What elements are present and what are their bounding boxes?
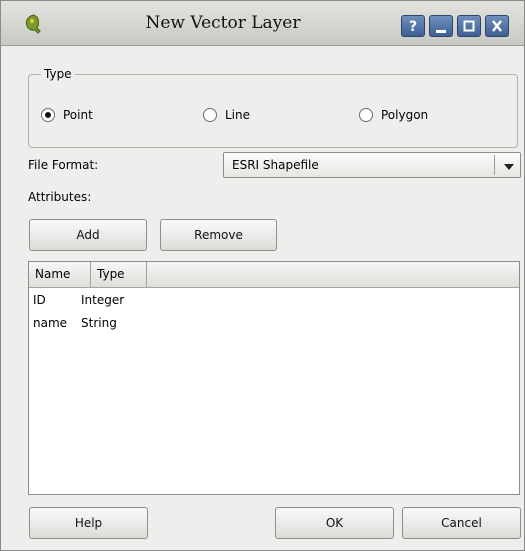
type-groupbox (28, 74, 518, 148)
chevron-down-icon[interactable] (504, 161, 514, 175)
close-button[interactable] (485, 15, 509, 37)
radio-polygon-label: Polygon (381, 108, 429, 122)
close-icon (486, 16, 508, 36)
radio-selected-dot (45, 112, 51, 118)
maximize-icon (458, 16, 480, 36)
column-header-type[interactable]: Type (91, 262, 147, 287)
window-title: New Vector Layer (145, 13, 301, 33)
radio-point[interactable]: Point (41, 106, 93, 124)
remove-attribute-button[interactable]: Remove (160, 219, 277, 251)
minimize-button[interactable] (429, 15, 453, 37)
title-bar[interactable]: New Vector Layer ? (1, 1, 524, 46)
help-title-button[interactable]: ? (401, 15, 425, 37)
table-row[interactable]: name String (29, 312, 519, 335)
table-header: Name Type (29, 262, 519, 288)
combo-separator (494, 155, 495, 175)
attributes-table[interactable]: Name Type ID Integer name String (28, 261, 520, 495)
table-row[interactable]: ID Integer (29, 289, 519, 312)
attributes-label: Attributes: (28, 190, 92, 204)
radio-line-indicator[interactable] (203, 108, 217, 122)
radio-polygon[interactable]: Polygon (359, 106, 428, 124)
cell-type: String (81, 316, 117, 330)
cell-name: name (33, 316, 68, 330)
radio-point-indicator[interactable] (41, 108, 55, 122)
file-format-select[interactable]: ESRI Shapefile (223, 152, 521, 178)
radio-polygon-indicator[interactable] (359, 108, 373, 122)
ok-button[interactable]: OK (275, 507, 394, 539)
type-group-title: Type (41, 67, 75, 81)
radio-point-label: Point (63, 108, 93, 122)
help-button[interactable]: Help (29, 507, 148, 539)
cancel-button[interactable]: Cancel (402, 507, 521, 539)
cell-type: Integer (81, 293, 125, 307)
maximize-button[interactable] (457, 15, 481, 37)
help-title-label: ? (408, 19, 418, 35)
radio-line[interactable]: Line (203, 106, 250, 124)
radio-line-label: Line (225, 108, 251, 122)
add-attribute-button[interactable]: Add (29, 219, 147, 251)
minimize-icon (430, 16, 452, 36)
cell-name: ID (33, 293, 46, 307)
new-vector-layer-dialog: New Vector Layer ? Type Point Line Polyg… (0, 0, 525, 551)
column-header-name[interactable]: Name (29, 262, 91, 287)
file-format-value: ESRI Shapefile (232, 158, 319, 172)
file-format-label: File Format: (28, 158, 99, 172)
